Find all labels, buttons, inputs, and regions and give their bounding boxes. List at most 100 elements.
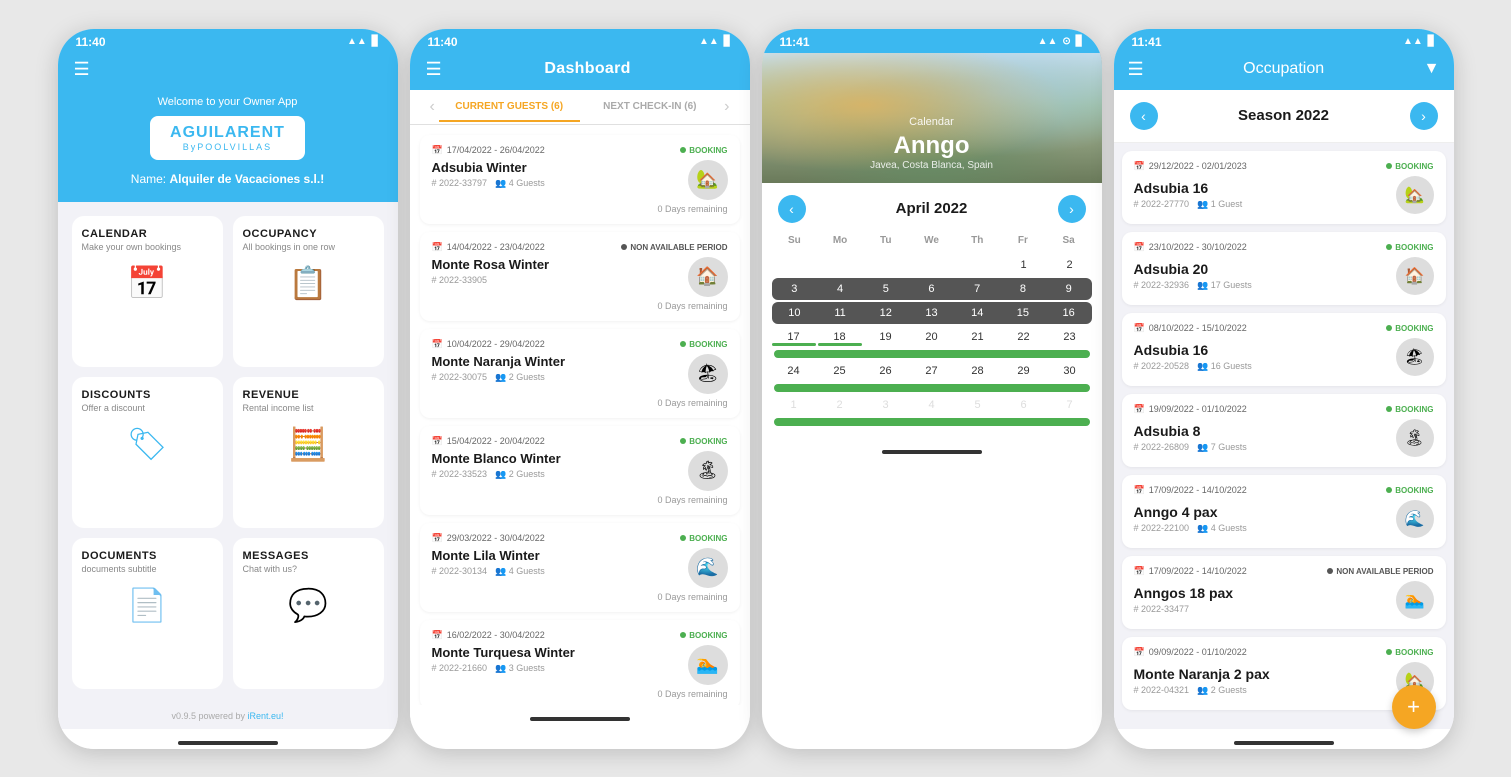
booking-card-2[interactable]: 📅 14/04/2022 - 23/04/2022 NON AVAILABLE … bbox=[420, 232, 740, 321]
nav-bar-4: ☰ Occupation ▼ bbox=[1114, 53, 1454, 90]
cal-day-22[interactable]: 22 bbox=[1002, 326, 1046, 348]
cal-day-n7[interactable]: 7 bbox=[1048, 394, 1092, 416]
cal-day-13[interactable]: 13 bbox=[909, 302, 955, 324]
cal-day-4[interactable]: 4 bbox=[817, 278, 863, 300]
tab-next-checkin[interactable]: NEXT CHECK-IN (6) bbox=[580, 91, 721, 122]
cal-day-7[interactable]: 7 bbox=[954, 278, 1000, 300]
cal-day-empty-4[interactable] bbox=[910, 254, 954, 276]
season-prev-btn[interactable]: ‹ bbox=[1130, 102, 1158, 130]
dashboard-tabs: ‹ CURRENT GUESTS (6) NEXT CHECK-IN (6) › bbox=[410, 90, 750, 125]
cal-day-11[interactable]: 11 bbox=[817, 302, 863, 324]
cal-day-empty-3[interactable] bbox=[864, 254, 908, 276]
oc-status-2: BOOKING bbox=[1386, 243, 1433, 252]
cal-day-2[interactable]: 2 bbox=[1048, 254, 1092, 276]
cal-day-20[interactable]: 20 bbox=[910, 326, 954, 348]
bc-thumb-1: 🏡 bbox=[688, 160, 728, 200]
weekday-we: We bbox=[909, 231, 955, 250]
bc-dates-4: 📅 15/04/2022 - 20/04/2022 bbox=[432, 436, 545, 447]
fab-add-button[interactable]: + bbox=[1392, 685, 1436, 729]
cal-day-29[interactable]: 29 bbox=[1002, 360, 1046, 382]
status-time-1: 11:40 bbox=[76, 35, 106, 49]
cal-day-empty-1[interactable] bbox=[772, 254, 816, 276]
menu-item-messages[interactable]: MESSAGES Chat with us? 💬 bbox=[233, 538, 384, 689]
occ-card-3[interactable]: 📅 08/10/2022 - 15/10/2022 BOOKING Adsubi… bbox=[1122, 313, 1446, 386]
bc-thumb-4: 🏝 bbox=[688, 451, 728, 491]
cal-day-23[interactable]: 23 bbox=[1048, 326, 1092, 348]
occ-card-1[interactable]: 📅 29/12/2022 - 02/01/2023 BOOKING Adsubi… bbox=[1122, 151, 1446, 224]
cal-day-5[interactable]: 5 bbox=[863, 278, 909, 300]
logo-main: AGUILARENT bbox=[170, 124, 285, 142]
cal-day-6[interactable]: 6 bbox=[909, 278, 955, 300]
cal-day-10[interactable]: 10 bbox=[772, 302, 818, 324]
tab-prev-btn[interactable]: ‹ bbox=[426, 90, 439, 124]
menu-item-discounts[interactable]: DISCOUNTS Offer a discount 🏷 bbox=[72, 377, 223, 528]
cal-day-28[interactable]: 28 bbox=[956, 360, 1000, 382]
home-indicator-4 bbox=[1234, 741, 1334, 745]
hamburger-menu-icon-4[interactable]: ☰ bbox=[1128, 59, 1144, 80]
booking-card-5[interactable]: 📅 29/03/2022 - 30/04/2022 BOOKING Monte … bbox=[420, 523, 740, 612]
weekday-fr: Fr bbox=[1000, 231, 1046, 250]
booking-card-4[interactable]: 📅 15/04/2022 - 20/04/2022 BOOKING Monte … bbox=[420, 426, 740, 515]
cal-day-n3[interactable]: 3 bbox=[864, 394, 908, 416]
bc-meta-4: # 2022-33523 👥 2 Guests bbox=[432, 469, 561, 480]
cal-day-n2[interactable]: 2 bbox=[818, 394, 862, 416]
booking-card-3[interactable]: 📅 10/04/2022 - 29/04/2022 BOOKING Monte … bbox=[420, 329, 740, 418]
cal-day-n5[interactable]: 5 bbox=[956, 394, 1000, 416]
cal-day-12[interactable]: 12 bbox=[863, 302, 909, 324]
cal-day-8[interactable]: 8 bbox=[1000, 278, 1046, 300]
cal-day-14[interactable]: 14 bbox=[954, 302, 1000, 324]
occ-card-6[interactable]: 📅 17/09/2022 - 14/10/2022 NON AVAILABLE … bbox=[1122, 556, 1446, 629]
cal-day-21[interactable]: 21 bbox=[956, 326, 1000, 348]
tab-next-btn[interactable]: › bbox=[720, 90, 733, 124]
cal-day-16[interactable]: 16 bbox=[1046, 302, 1092, 324]
hamburger-menu-icon[interactable]: ☰ bbox=[74, 59, 90, 80]
cal-day-26[interactable]: 26 bbox=[864, 360, 908, 382]
cal-row-2-booked: 3 4 5 6 7 8 9 bbox=[772, 278, 1092, 300]
cal-day-empty-2[interactable] bbox=[818, 254, 862, 276]
season-next-btn[interactable]: › bbox=[1410, 102, 1438, 130]
cal-day-27[interactable]: 27 bbox=[910, 360, 954, 382]
occ-card-4[interactable]: 📅 19/09/2022 - 01/10/2022 BOOKING Adsubi… bbox=[1122, 394, 1446, 467]
menu-item-calendar[interactable]: CALENDAR Make your own bookings 📅 bbox=[72, 216, 223, 367]
bc-dates-3: 📅 10/04/2022 - 29/04/2022 bbox=[432, 339, 545, 350]
settings-icon-3: ⊙ bbox=[1062, 36, 1070, 47]
cal-day-24[interactable]: 24 bbox=[772, 360, 816, 382]
bc-thumb-5: 🌊 bbox=[688, 548, 728, 588]
owner-name: Name: Alquiler de Vacaciones s.l.! bbox=[78, 172, 378, 186]
cal-day-25[interactable]: 25 bbox=[818, 360, 862, 382]
cal-day-n4[interactable]: 4 bbox=[910, 394, 954, 416]
booking-card-6[interactable]: 📅 16/02/2022 - 30/04/2022 BOOKING Monte … bbox=[420, 620, 740, 705]
oc-meta-3: # 2022-20528 👥 16 Guests bbox=[1134, 361, 1252, 372]
oc-status-7: BOOKING bbox=[1386, 648, 1433, 657]
cal-day-empty-5[interactable] bbox=[956, 254, 1000, 276]
cal-day-19[interactable]: 19 bbox=[864, 326, 908, 348]
cal-day-9[interactable]: 9 bbox=[1046, 278, 1092, 300]
messages-icon: 💬 bbox=[243, 582, 374, 628]
booking-card-1[interactable]: 📅 17/04/2022 - 26/04/2022 BOOKING Adsubi… bbox=[420, 135, 740, 224]
tab-current-guests[interactable]: CURRENT GUESTS (6) bbox=[439, 91, 580, 122]
occ-card-5[interactable]: 📅 17/09/2022 - 14/10/2022 BOOKING Anngo … bbox=[1122, 475, 1446, 548]
cal-prev-btn[interactable]: ‹ bbox=[778, 195, 806, 223]
cal-day-18[interactable]: 18 bbox=[818, 326, 862, 348]
irent-link[interactable]: iRent.eu! bbox=[248, 711, 284, 721]
status-bar-4: 11:41 ▲▲ ▊ bbox=[1114, 29, 1454, 53]
cal-next-btn[interactable]: › bbox=[1058, 195, 1086, 223]
calendar-nav: ‹ April 2022 › bbox=[762, 183, 1102, 231]
filter-icon[interactable]: ▼ bbox=[1424, 60, 1440, 78]
wifi-icon-2: ▲▲ bbox=[699, 36, 719, 47]
hamburger-menu-icon-2[interactable]: ☰ bbox=[426, 59, 442, 80]
menu-item-occupancy[interactable]: OCCUPANCY All bookings in one row 📋 bbox=[233, 216, 384, 367]
oc-name-6: Anngos 18 pax bbox=[1134, 585, 1234, 601]
cal-day-30[interactable]: 30 bbox=[1048, 360, 1092, 382]
cal-day-3[interactable]: 3 bbox=[772, 278, 818, 300]
cal-day-17[interactable]: 17 bbox=[772, 326, 816, 348]
cal-day-n6[interactable]: 6 bbox=[1002, 394, 1046, 416]
menu-item-revenue[interactable]: REVENUE Rental income list 🧮 bbox=[233, 377, 384, 528]
menu-item-documents[interactable]: DOCUMENTS documents subtitle 📄 bbox=[72, 538, 223, 689]
occ-card-2[interactable]: 📅 23/10/2022 - 30/10/2022 BOOKING Adsubi… bbox=[1122, 232, 1446, 305]
nav-bar-1: ☰ bbox=[58, 53, 398, 90]
cal-day-n1[interactable]: 1 bbox=[772, 394, 816, 416]
cal-day-1[interactable]: 1 bbox=[1002, 254, 1046, 276]
cal-day-15[interactable]: 15 bbox=[1000, 302, 1046, 324]
weekday-sa: Sa bbox=[1046, 231, 1092, 250]
